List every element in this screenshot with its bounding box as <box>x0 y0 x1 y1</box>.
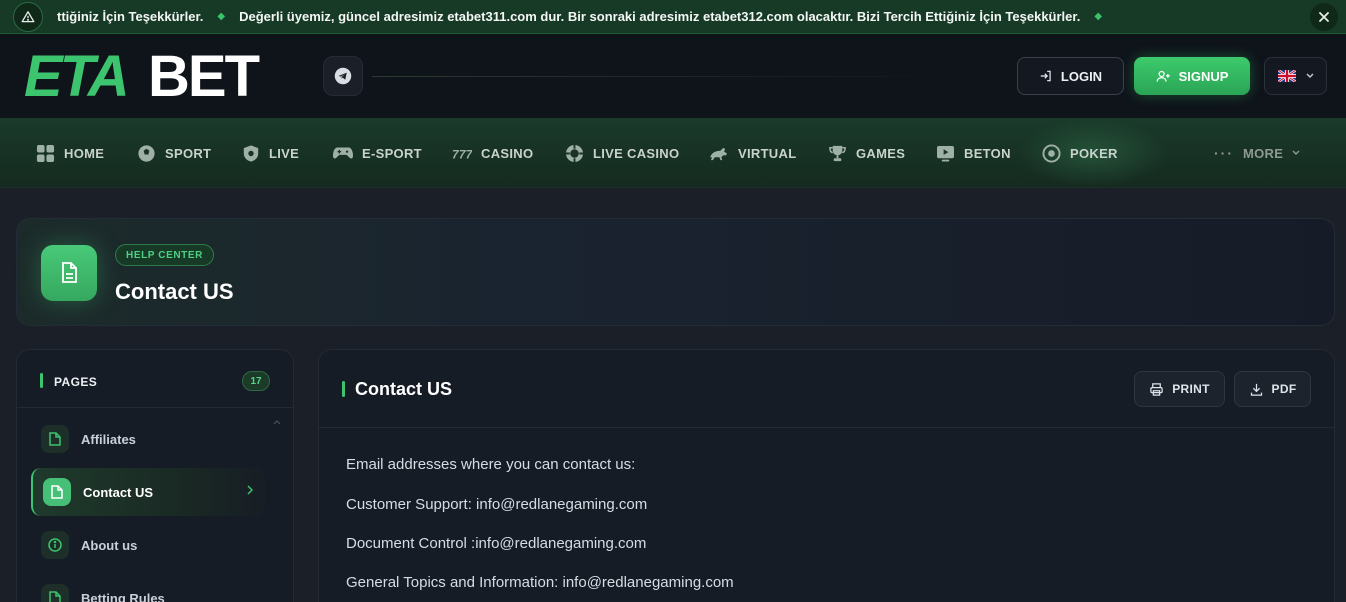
chevron-down-icon <box>1292 150 1300 155</box>
document-icon <box>41 584 69 602</box>
content-title: Contact US <box>355 379 453 399</box>
sidebar-header: PAGES 17 <box>17 350 293 408</box>
uk-flag-icon <box>1277 70 1296 82</box>
play-screen-icon <box>937 145 954 162</box>
gamepad-icon <box>333 147 353 159</box>
nav-item-esport[interactable]: E-SPORT <box>333 118 422 188</box>
sidebar-item-label: Betting Rules <box>81 590 165 602</box>
login-button[interactable]: LOGIN <box>1017 57 1124 95</box>
more-dots-icon: ··· <box>1214 145 1234 161</box>
chevron-down-icon <box>1306 73 1313 78</box>
content-paragraph: Document Control :info@redlanegaming.com <box>346 535 647 552</box>
nav-item-poker[interactable]: POKER <box>1018 118 1168 188</box>
nav-label: LIVE <box>269 145 300 161</box>
nav-item-casino[interactable]: 777 CASINO <box>452 118 533 188</box>
nav-item-sport[interactable]: SPORT <box>137 118 211 188</box>
info-icon <box>41 531 69 559</box>
close-icon <box>1319 11 1329 22</box>
print-label: PRINT <box>1172 382 1210 396</box>
accent-bar <box>40 373 43 388</box>
svg-text:777: 777 <box>452 147 472 161</box>
content-header: Contact US PRINT PDF <box>319 350 1334 428</box>
pdf-button[interactable]: PDF <box>1234 371 1311 407</box>
announcement-ticker: ttiğiniz İçin Teşekkürler. ◆ Değerli üye… <box>0 0 1346 34</box>
nav-label: E-SPORT <box>362 145 422 161</box>
nav-item-beton[interactable]: BETON <box>936 118 1011 188</box>
slot-777-icon: 777 <box>452 147 472 161</box>
document-icon <box>41 245 97 301</box>
sidebar-item-affiliates[interactable]: Affiliates <box>31 415 265 463</box>
soccer-ball-icon <box>138 144 155 162</box>
trophy-icon <box>829 145 846 161</box>
print-button[interactable]: PRINT <box>1134 371 1225 407</box>
header-divider <box>372 76 972 77</box>
site-header: ETA BET LOGIN SIGNUP <box>0 34 1346 118</box>
content-paragraph: Email addresses where you can contact us… <box>346 456 636 473</box>
close-ticker-button[interactable] <box>1310 2 1338 31</box>
nav-item-virtual[interactable]: VIRTUAL <box>708 118 796 188</box>
nav-label: BETON <box>964 145 1011 161</box>
more-label: MORE <box>1243 145 1284 161</box>
chevron-right-icon <box>247 485 253 495</box>
printer-icon <box>1150 382 1163 396</box>
scroll-up-icon[interactable] <box>273 420 281 425</box>
accent-bar <box>342 381 345 397</box>
signup-label: SIGNUP <box>1178 68 1229 84</box>
svg-text:ETA: ETA <box>24 50 127 102</box>
ticker-message: Değerli üyemiz, güncel adresimiz etabet3… <box>239 9 1081 24</box>
document-icon <box>43 478 71 506</box>
download-icon <box>1250 383 1262 396</box>
telegram-icon <box>334 67 352 85</box>
poker-chip-icon <box>565 144 584 162</box>
nav-label: SPORT <box>165 145 212 161</box>
nav-more-button[interactable]: ··· MORE <box>1214 118 1300 188</box>
language-selector[interactable] <box>1264 57 1327 95</box>
nav-label: GAMES <box>856 145 906 161</box>
ticker-separator-icon: ◆ <box>217 11 226 22</box>
nav-label: POKER <box>1070 145 1118 161</box>
svg-text:BET: BET <box>148 50 260 102</box>
ticker-track: ttiğiniz İçin Teşekkürler. ◆ Değerli üye… <box>57 0 1310 33</box>
etabet-logo[interactable]: ETA BET <box>24 44 286 109</box>
nav-label: CASINO <box>481 145 534 161</box>
warning-icon <box>13 1 43 32</box>
content-paragraph: Customer Support: info@redlanegaming.com <box>346 496 648 513</box>
pages-sidebar: PAGES 17 Affiliates Contact US About us … <box>16 349 294 602</box>
content-panel: Contact US PRINT PDF Email addresses whe… <box>318 349 1335 602</box>
pages-count-badge: 17 <box>242 371 270 391</box>
nav-label: VIRTUAL <box>738 145 797 161</box>
sidebar-item-betting-rules[interactable]: Betting Rules <box>31 574 265 602</box>
grid-icon <box>36 144 55 162</box>
nav-item-live[interactable]: LIVE <box>242 118 299 188</box>
telegram-button[interactable] <box>323 56 363 96</box>
pdf-label: PDF <box>1271 382 1297 396</box>
add-user-icon <box>1156 70 1170 82</box>
nav-label: LIVE CASINO <box>593 145 680 161</box>
poker-chip-icon <box>1042 143 1061 163</box>
sidebar-item-label: About us <box>81 537 138 553</box>
page-title: Contact US <box>115 279 234 304</box>
nav-label: HOME <box>64 145 105 161</box>
login-icon <box>1040 70 1051 82</box>
nav-item-games[interactable]: GAMES <box>828 118 905 188</box>
ticker-message: ttiğiniz İçin Teşekkürler. <box>57 9 204 24</box>
ticker-separator-icon: ◆ <box>1094 11 1103 22</box>
main-navigation: HOME SPORT LIVE E-SPORT 777 CASINO LIVE … <box>0 118 1346 188</box>
horse-icon <box>710 147 727 160</box>
nav-item-live-casino[interactable]: LIVE CASINO <box>565 118 679 188</box>
sidebar-item-about-us[interactable]: About us <box>31 521 265 569</box>
nav-item-home[interactable]: HOME <box>36 118 104 188</box>
sidebar-item-label: Affiliates <box>81 431 136 447</box>
sidebar-item-label: Contact US <box>83 484 154 500</box>
shield-icon <box>243 144 259 162</box>
sidebar-title: PAGES <box>54 375 98 389</box>
sidebar-item-contact-us[interactable]: Contact US <box>31 468 265 516</box>
help-center-banner: HELP CENTER Contact US <box>16 218 1335 326</box>
login-label: LOGIN <box>1060 68 1103 84</box>
content-paragraph: General Topics and Information: info@red… <box>346 574 734 591</box>
help-center-badge: HELP CENTER <box>115 244 214 266</box>
document-icon <box>41 425 69 453</box>
signup-button[interactable]: SIGNUP <box>1134 57 1250 95</box>
